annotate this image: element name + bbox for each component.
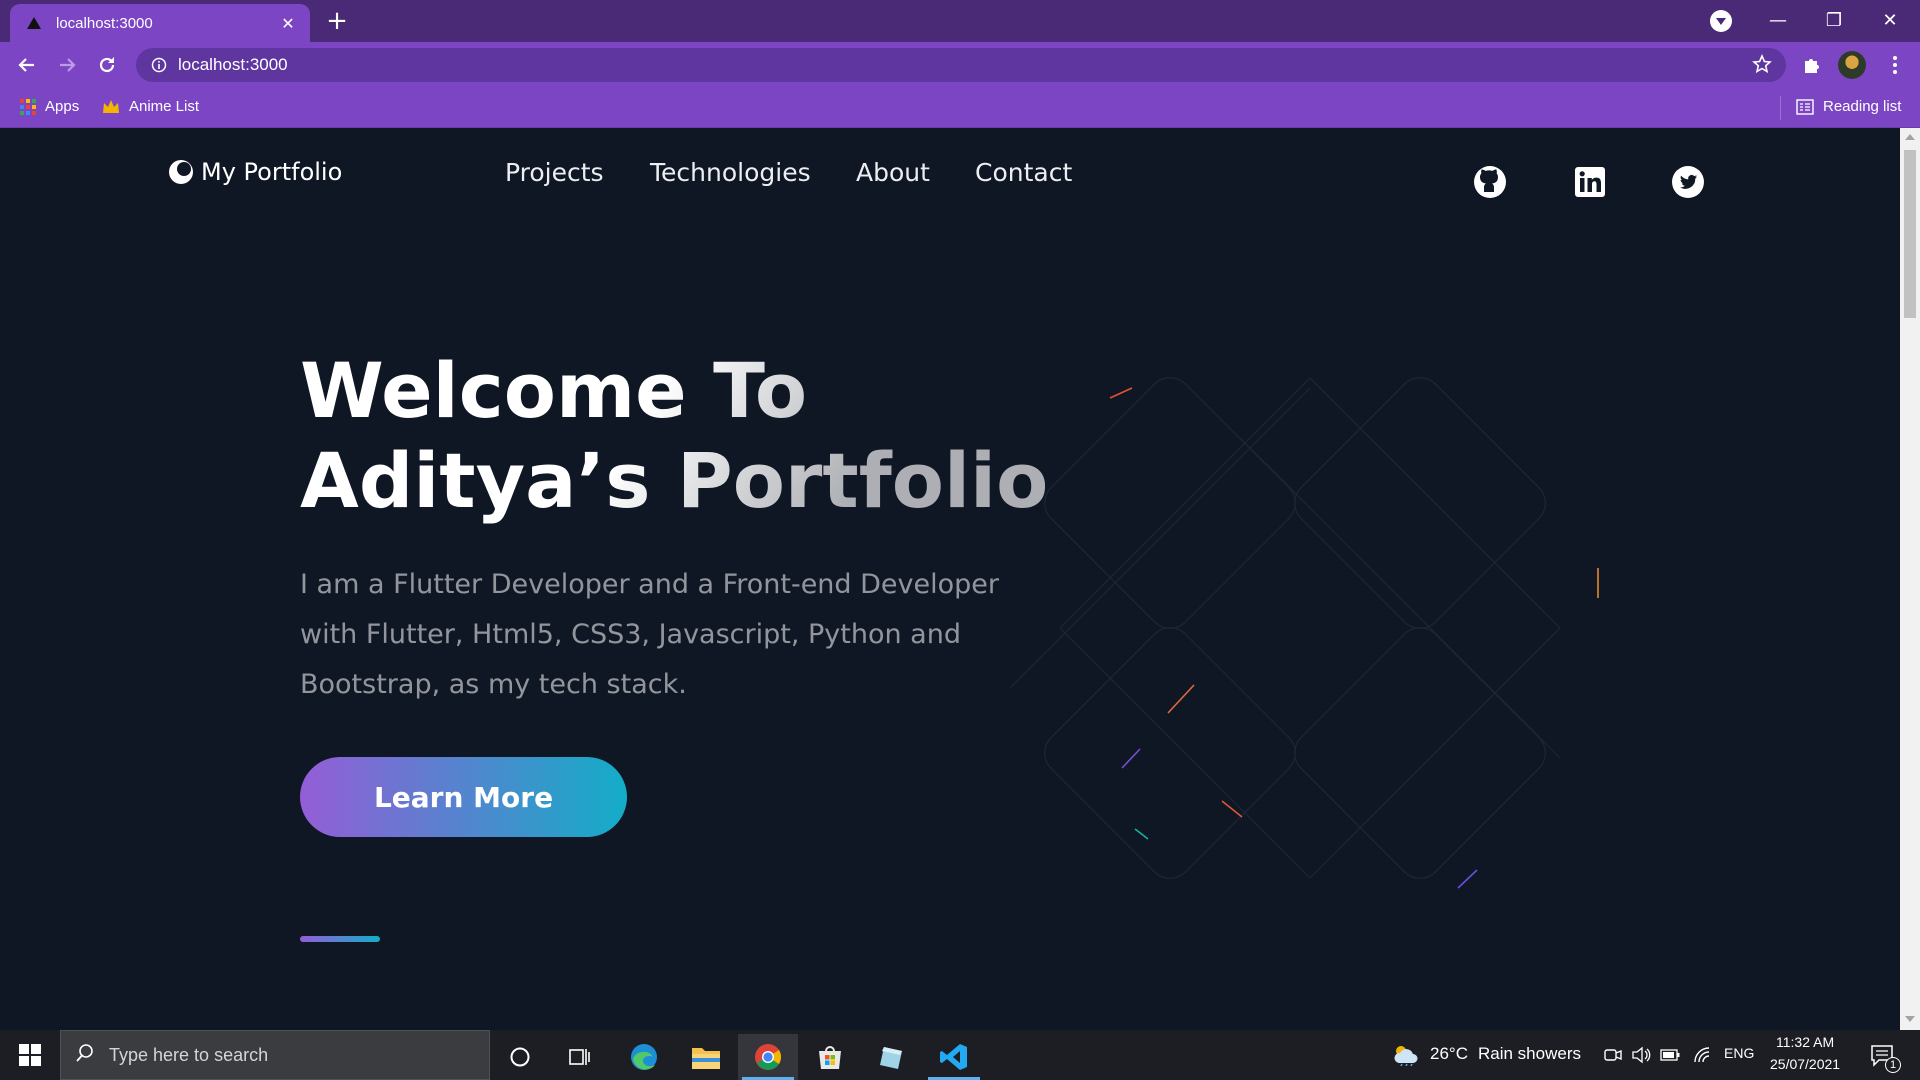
- nav-link-projects[interactable]: Projects: [505, 158, 604, 187]
- back-arrow-icon[interactable]: [12, 50, 42, 80]
- profile-avatar[interactable]: [1838, 51, 1866, 79]
- page-viewport: My Portfolio Projects Technologies About…: [0, 128, 1900, 1030]
- hero-title: Welcome To Aditya’s Portfolio: [300, 346, 1048, 526]
- bookmark-label: Apps: [45, 98, 80, 115]
- battery-icon[interactable]: [1660, 1045, 1680, 1065]
- learn-more-button[interactable]: Learn More: [300, 757, 627, 837]
- nav-link-about[interactable]: About: [856, 158, 930, 187]
- logo-text: My Portfolio: [201, 158, 343, 186]
- site-logo[interactable]: My Portfolio: [167, 158, 342, 186]
- extensions-puzzle-icon[interactable]: [1796, 50, 1826, 80]
- vscode-icon[interactable]: [924, 1034, 984, 1080]
- reading-list-button[interactable]: Reading list: [1796, 98, 1901, 115]
- wifi-icon[interactable]: [1693, 1045, 1713, 1065]
- weather-description[interactable]: Rain showers: [1478, 1044, 1581, 1064]
- browser-toolbar: localhost:3000: [0, 42, 1920, 88]
- notification-count-badge: 1: [1885, 1057, 1901, 1073]
- edge-browser-icon[interactable]: [614, 1034, 674, 1080]
- volume-icon[interactable]: [1631, 1045, 1651, 1065]
- linkedin-icon[interactable]: [1572, 164, 1608, 200]
- nav-link-technologies[interactable]: Technologies: [650, 158, 811, 187]
- bookmarks-separator: [1780, 96, 1781, 120]
- twitter-icon[interactable]: [1670, 164, 1706, 200]
- browser-tab-bar: localhost:3000 ✕ + — ❐ ✕: [0, 0, 1920, 42]
- menu-kebab-icon[interactable]: [1880, 50, 1910, 80]
- bookmark-apps[interactable]: Apps: [20, 98, 79, 115]
- new-tab-button[interactable]: +: [322, 6, 352, 36]
- taskbar-search-placeholder: Type here to search: [109, 1044, 269, 1065]
- windows-start-icon[interactable]: [10, 1038, 50, 1072]
- windows-taskbar: Type here to search 26°C Rain showers EN…: [0, 1030, 1920, 1080]
- task-view-icon[interactable]: [550, 1034, 610, 1080]
- section-divider: [300, 936, 380, 942]
- taskbar-search-box[interactable]: Type here to search: [60, 1030, 490, 1080]
- reading-list-label: Reading list: [1823, 98, 1902, 115]
- nav-link-contact[interactable]: Contact: [975, 158, 1072, 187]
- weather-temperature[interactable]: 26°C: [1430, 1044, 1468, 1064]
- notepad-app-icon[interactable]: [862, 1034, 922, 1080]
- site-info-icon[interactable]: [150, 56, 168, 74]
- language-indicator[interactable]: ENG: [1724, 1045, 1754, 1061]
- tab-search-icon[interactable]: [1710, 10, 1732, 32]
- background-pattern-art: [1009, 377, 1599, 889]
- clock-date[interactable]: 25/07/2021: [1770, 1056, 1840, 1072]
- address-bar[interactable]: localhost:3000: [136, 48, 1786, 82]
- scroll-down-arrow-icon[interactable]: [1905, 1016, 1915, 1022]
- vercel-favicon-icon: [26, 15, 42, 31]
- browser-tab[interactable]: localhost:3000 ✕: [10, 4, 310, 42]
- tab-close-icon[interactable]: ✕: [278, 14, 298, 33]
- bookmark-star-icon[interactable]: [1752, 53, 1772, 78]
- hero-title-line2: Aditya’s Portfolio: [300, 436, 1049, 525]
- logo-swirl-icon: [167, 158, 195, 186]
- search-icon: [75, 1043, 95, 1067]
- bookmark-label: Anime List: [129, 98, 200, 115]
- reload-icon[interactable]: [92, 50, 122, 80]
- page-scrollbar[interactable]: [1900, 128, 1920, 1030]
- clock-time[interactable]: 11:32 AM: [1776, 1034, 1834, 1050]
- address-url: localhost:3000: [178, 55, 288, 74]
- apps-grid-icon: [20, 98, 36, 115]
- hero-title-line1: Welcome To: [300, 346, 808, 435]
- chrome-icon[interactable]: [738, 1034, 798, 1080]
- scroll-up-arrow-icon[interactable]: [1905, 134, 1915, 140]
- minimize-button[interactable]: —: [1758, 6, 1798, 36]
- hero-description: I am a Flutter Developer and a Front-end…: [300, 569, 1000, 700]
- crown-icon: [102, 99, 120, 115]
- meet-now-icon[interactable]: [1603, 1045, 1623, 1065]
- scroll-thumb[interactable]: [1904, 150, 1916, 318]
- tab-title: localhost:3000: [56, 14, 153, 32]
- weather-cloud-icon[interactable]: [1392, 1045, 1420, 1066]
- cortana-icon[interactable]: [490, 1034, 550, 1080]
- reading-list-icon: [1796, 98, 1814, 115]
- file-explorer-icon[interactable]: [676, 1034, 736, 1080]
- bookmarks-bar: Apps Anime List Reading list: [0, 88, 1920, 128]
- microsoft-store-icon[interactable]: [800, 1034, 860, 1080]
- restore-button[interactable]: ❐: [1814, 6, 1854, 36]
- bookmark-anime-list[interactable]: Anime List: [102, 98, 199, 115]
- forward-arrow-icon[interactable]: [52, 50, 82, 80]
- github-icon[interactable]: [1472, 164, 1508, 200]
- close-window-button[interactable]: ✕: [1870, 6, 1910, 36]
